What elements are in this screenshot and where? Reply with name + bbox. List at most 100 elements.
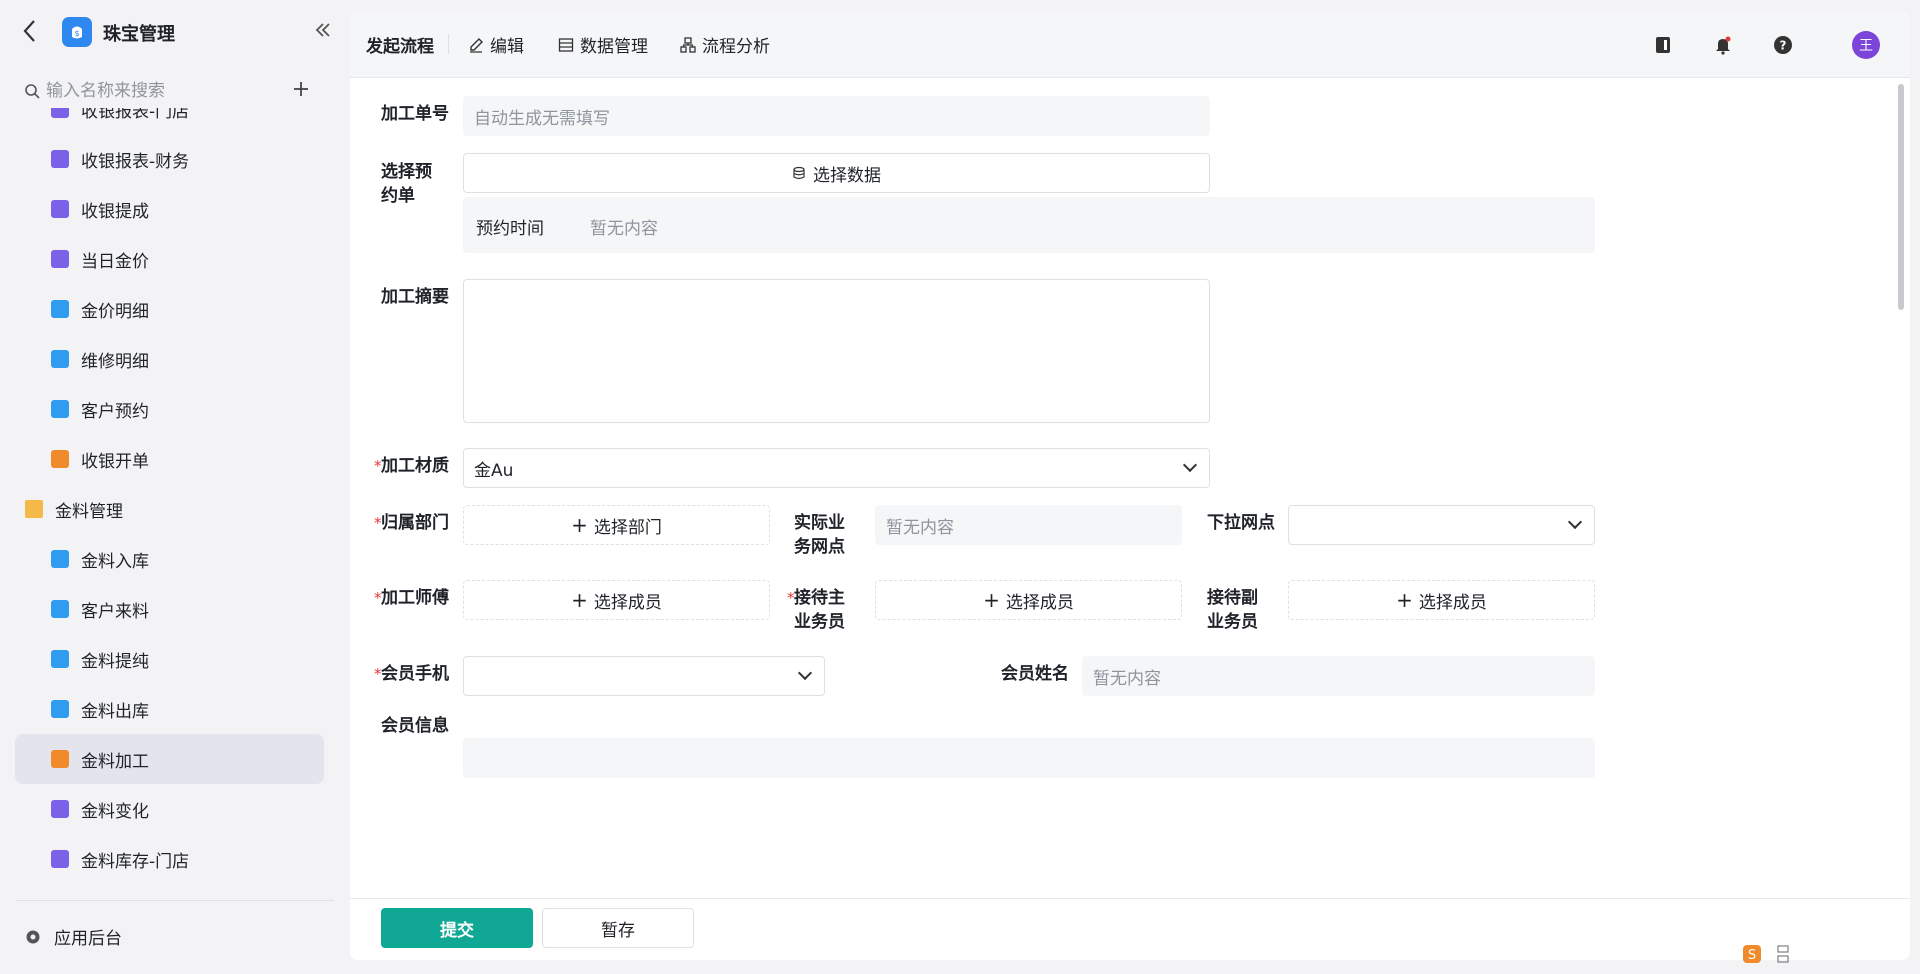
- sidebar-item-label: 收银报表-财务: [81, 151, 190, 172]
- chevron-down-icon: [797, 665, 813, 681]
- select-assist-staff-button[interactable]: + 选择成员: [1288, 580, 1595, 620]
- back-icon[interactable]: [22, 18, 42, 46]
- tab-data-manage[interactable]: 数据管理: [558, 32, 648, 57]
- sidebar-item-daily-gold-price[interactable]: 当日金价: [15, 234, 324, 284]
- sub-outlet-select[interactable]: [1288, 505, 1595, 545]
- gear-icon: [26, 930, 40, 943]
- sidebar-item-cash-commission[interactable]: 收银提成: [15, 184, 324, 234]
- sidebar-item-label: 金价明细: [81, 301, 149, 322]
- sidebar-item-label: 客户预约: [81, 401, 149, 422]
- sidebar: $ 珠宝管理 收银报表-门店 收银报表-财务 收银提成 当日金价: [0, 0, 348, 974]
- doc-icon: [51, 600, 69, 618]
- app-backend-link[interactable]: 应用后台: [24, 924, 122, 949]
- sub-outlet-label: 下拉网点: [1207, 513, 1275, 533]
- svg-text:?: ?: [1780, 39, 1787, 53]
- sidebar-item-gold-price-detail[interactable]: 金价明细: [15, 284, 324, 334]
- tab-flow-analysis-label: 流程分析: [702, 37, 770, 57]
- order-no-placeholder: 自动生成无需填写: [474, 108, 610, 129]
- sidebar-item-label: 维修明细: [81, 351, 149, 372]
- member-info-label: 会员信息: [381, 716, 449, 736]
- sidebar-item-gold-stock-store[interactable]: 金料库存-门店: [15, 834, 324, 884]
- member-phone-select[interactable]: [463, 656, 825, 696]
- required-mark: *: [374, 514, 382, 532]
- summary-label: 加工摘要: [381, 287, 449, 307]
- member-name-field: 暂无内容: [1082, 656, 1595, 696]
- sidebar-item-customer-reservation[interactable]: 客户预约: [15, 384, 324, 434]
- sidebar-item-cash-report-finance[interactable]: 收银报表-财务: [15, 134, 324, 184]
- member-phone-label-text: 会员手机: [381, 664, 449, 684]
- svg-text:S: S: [1748, 948, 1756, 963]
- toolbar: 发起流程 编辑 数据管理 流程分析 ? 王: [350, 12, 1910, 78]
- reservation-time-label: 预约时间: [476, 219, 544, 239]
- collapse-sidebar-icon[interactable]: [314, 20, 332, 44]
- search-input[interactable]: [46, 81, 246, 101]
- sidebar-item-label: 金料库存-门店: [81, 851, 190, 872]
- tab-edit[interactable]: 编辑: [468, 32, 524, 57]
- sidebar-item-repair-detail[interactable]: 维修明细: [15, 334, 324, 384]
- actual-outlet-value: 暂无内容: [886, 517, 954, 538]
- chart-icon: [51, 850, 69, 868]
- sidebar-item-label: 金料变化: [81, 801, 149, 822]
- sidebar-item-label: 收银提成: [81, 201, 149, 222]
- app-backend-label: 应用后台: [54, 929, 122, 949]
- floating-corner-tools: S: [1742, 944, 1790, 964]
- sidebar-item-gold-inbound[interactable]: 金料入库: [15, 534, 324, 584]
- add-icon[interactable]: [293, 76, 309, 102]
- sidebar-item-gold-processing[interactable]: 金料加工: [15, 734, 324, 784]
- form-icon: [51, 750, 69, 768]
- tab-edit-label: 编辑: [490, 37, 524, 57]
- tab-flow-analysis[interactable]: 流程分析: [680, 32, 770, 57]
- sidebar-item-label: 客户来料: [81, 601, 149, 622]
- material-select[interactable]: 金Au: [463, 448, 1210, 488]
- sidebar-folder-gold-material[interactable]: 金料管理: [15, 484, 324, 534]
- sidebar-item-label: 收银开单: [81, 451, 149, 472]
- select-member-label: 选择成员: [1005, 592, 1074, 613]
- member-name-label: 会员姓名: [1001, 664, 1069, 684]
- save-draft-button[interactable]: 暂存: [542, 908, 694, 948]
- sidebar-item-cash-order[interactable]: 收银开单: [15, 434, 324, 484]
- summary-textarea[interactable]: [463, 279, 1210, 423]
- select-data-button[interactable]: 选择数据: [463, 153, 1210, 193]
- required-mark: *: [374, 589, 382, 607]
- sidebar-item-label: 收银报表-门店: [81, 108, 190, 122]
- form-scrollbar[interactable]: [1896, 78, 1906, 898]
- plus-icon: +: [1396, 588, 1413, 612]
- form-icon: [51, 450, 69, 468]
- tab-start-flow-label: 发起流程: [366, 37, 434, 57]
- select-craftsman-button[interactable]: + 选择成员: [463, 580, 770, 620]
- required-mark: *: [787, 589, 795, 607]
- tab-start-flow[interactable]: 发起流程: [366, 32, 434, 57]
- select-member-label: 选择成员: [593, 592, 662, 613]
- expand-icon[interactable]: [1776, 944, 1790, 964]
- database-icon: [793, 166, 805, 179]
- material-value: 金Au: [474, 460, 514, 481]
- craftsman-label: * 加工师傅: [374, 586, 449, 610]
- submit-button[interactable]: 提交: [381, 908, 533, 948]
- sidebar-item-label: 金料提纯: [81, 651, 149, 672]
- chart-icon: [51, 250, 69, 268]
- process-form: 加工单号 自动生成无需填写 选择预约单 选择数据 预约时间 暂无内容 加工摘要 …: [350, 78, 1895, 898]
- avatar[interactable]: 王: [1852, 31, 1880, 59]
- sidebar-item-gold-purify[interactable]: 金料提纯: [15, 634, 324, 684]
- department-label: * 归属部门: [374, 511, 449, 535]
- chevron-down-icon: [1182, 457, 1198, 473]
- doc-icon: [51, 550, 69, 568]
- sidebar-item-gold-change[interactable]: 金料变化: [15, 784, 324, 834]
- input-method-icon[interactable]: S: [1742, 944, 1762, 964]
- sidebar-header: $ 珠宝管理: [0, 0, 348, 66]
- scrollbar-thumb[interactable]: [1898, 84, 1904, 310]
- sidebar-item-cash-report-store[interactable]: 收银报表-门店: [15, 108, 324, 134]
- bell-icon[interactable]: [1710, 32, 1736, 58]
- app-title: 珠宝管理: [103, 24, 175, 45]
- select-department-button[interactable]: + 选择部门: [463, 505, 770, 545]
- sidebar-item-customer-material[interactable]: 客户来料: [15, 584, 324, 634]
- help-icon[interactable]: ?: [1770, 32, 1796, 58]
- select-member-label: 选择成员: [1418, 592, 1487, 613]
- member-name-value: 暂无内容: [1093, 668, 1161, 689]
- notebook-icon[interactable]: [1650, 32, 1676, 58]
- select-main-staff-button[interactable]: + 选择成员: [875, 580, 1182, 620]
- chart-icon: [51, 108, 69, 118]
- member-phone-label: * 会员手机: [374, 662, 449, 686]
- chart-icon: [51, 200, 69, 218]
- sidebar-item-gold-outbound[interactable]: 金料出库: [15, 684, 324, 734]
